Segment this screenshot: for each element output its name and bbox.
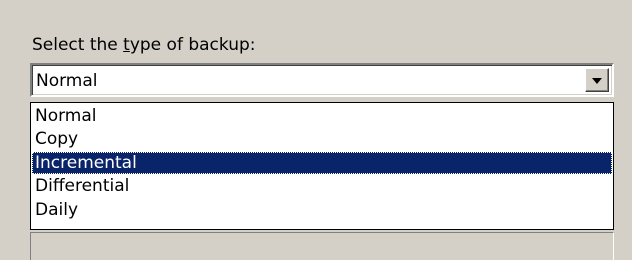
combobox-dropdown-button[interactable]	[585, 68, 609, 92]
backup-type-combobox-value: Normal	[36, 71, 98, 91]
backup-type-label-start: Select the	[32, 35, 124, 55]
description-panel	[30, 232, 614, 260]
dropdown-option-differential[interactable]: Differential	[32, 175, 612, 197]
backup-type-label-accelerator: t	[123, 35, 130, 55]
backup-type-combobox[interactable]: Normal	[30, 63, 614, 97]
dropdown-option-normal[interactable]: Normal	[32, 105, 612, 127]
dropdown-option-daily[interactable]: Daily	[32, 199, 612, 221]
backup-type-label-end: ype of backup:	[129, 35, 256, 55]
dropdown-option-copy[interactable]: Copy	[32, 128, 612, 150]
chevron-down-icon	[592, 78, 602, 84]
backup-type-dropdown-list[interactable]: Normal Copy Incremental Differential Dai…	[30, 102, 614, 230]
dropdown-option-incremental[interactable]: Incremental	[32, 152, 612, 174]
backup-type-label: Select the type of backup:	[32, 34, 256, 56]
